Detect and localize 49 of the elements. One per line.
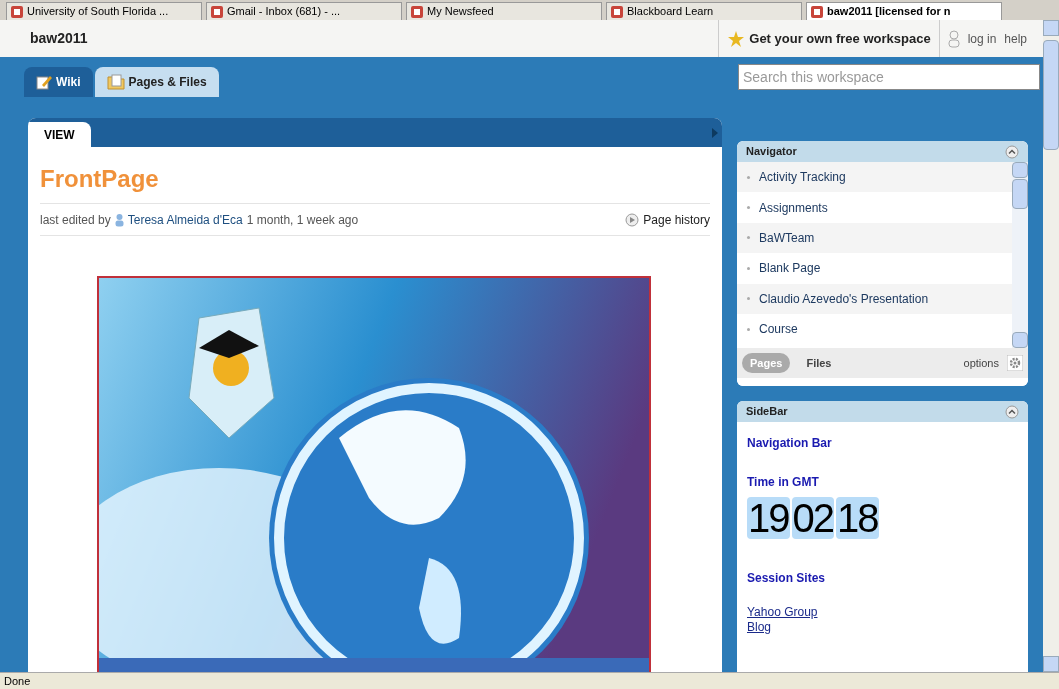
navigator-item[interactable]: Claudio Azevedo's Presentation — [737, 283, 1012, 314]
navigator-item[interactable]: Activity Tracking — [737, 162, 1012, 193]
pencil-icon — [36, 74, 52, 90]
page-history-link[interactable]: Page history — [625, 210, 710, 229]
view-tab[interactable]: VIEW — [28, 122, 91, 147]
star-icon — [727, 29, 746, 48]
workspace-title: baw2011 — [30, 29, 89, 48]
arrow-icon — [712, 128, 718, 138]
nav-tab[interactable]: Pages & Files — [94, 67, 219, 97]
help-link[interactable]: help — [1004, 29, 1035, 48]
author-link[interactable]: Teresa Almeida d'Eca — [127, 210, 243, 229]
browser-tab[interactable]: University of South Florida ... — [6, 2, 202, 20]
page-icon — [11, 5, 23, 18]
browser-tab[interactable]: baw2011 [licensed for n — [806, 2, 1002, 20]
panel-title: Navigator — [746, 144, 797, 160]
login-link[interactable]: log in — [967, 29, 997, 48]
folder-icon — [106, 74, 125, 90]
navigator-item[interactable]: BaWTeam — [737, 222, 1012, 254]
sidebar-link[interactable]: Blog — [747, 620, 772, 635]
edited-label: last edited by — [40, 211, 111, 229]
options-link[interactable]: options — [963, 354, 999, 372]
section-heading: Session Sites — [747, 570, 827, 587]
free-workspace-link[interactable]: Get your own free workspace — [718, 20, 939, 57]
search-field[interactable]: Search this workspace — [738, 64, 1040, 90]
browser-tab[interactable]: My Newsfeed — [406, 2, 602, 20]
page-title: FrontPage — [40, 147, 710, 204]
browser-tab[interactable]: Blackboard Learn — [606, 2, 802, 20]
navigator-tab[interactable]: Files — [798, 353, 840, 373]
page-icon — [811, 5, 823, 18]
person-icon — [114, 212, 124, 227]
page-icon — [211, 5, 223, 18]
nav-tab[interactable]: Wiki — [24, 67, 93, 97]
collapse-icon — [1005, 404, 1019, 419]
person-icon — [947, 29, 960, 48]
section-heading: Navigation Bar — [747, 435, 833, 452]
edited-time: 1 month, 1 week ago — [246, 211, 359, 229]
page-icon — [611, 5, 623, 18]
section-heading: Time in GMT — [747, 474, 820, 491]
panel-title: SideBar — [746, 404, 788, 420]
digital-clock: 190218 — [747, 497, 880, 539]
page-icon — [411, 5, 423, 18]
scrollbar[interactable] — [1043, 20, 1059, 672]
settings-icon — [1007, 355, 1023, 371]
play-icon — [625, 212, 640, 227]
scrollbar[interactable] — [1012, 162, 1028, 348]
sidebar-link[interactable]: Yahoo Group — [747, 605, 818, 620]
status-bar: Done — [0, 672, 1059, 689]
browser-tab[interactable]: Gmail - Inbox (681) - ... — [206, 2, 402, 20]
collapse-icon — [1005, 144, 1019, 159]
